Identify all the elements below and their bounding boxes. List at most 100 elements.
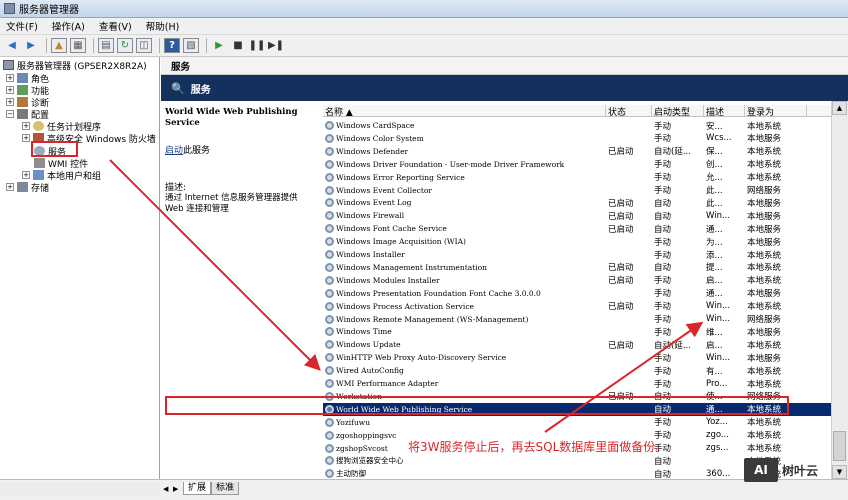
tree-item-task-scheduler[interactable]: + 任务计划程序 xyxy=(22,120,101,133)
service-name: Windows Driver Foundation - User-mode Dr… xyxy=(336,159,565,169)
start-service-icon[interactable]: ▶ xyxy=(211,38,227,53)
service-status: 已启动 xyxy=(608,211,634,222)
view-icon[interactable]: ▧ xyxy=(183,38,199,53)
back-arrow-icon[interactable]: ◀ xyxy=(4,38,20,53)
service-name: Windows Presentation Foundation Font Cac… xyxy=(336,288,541,298)
tab-standard[interactable]: 标准 xyxy=(211,482,240,495)
start-link[interactable]: 启动 xyxy=(165,146,183,156)
collapse-icon[interactable]: − xyxy=(6,110,14,118)
column-header-status[interactable]: 状态 xyxy=(606,105,652,116)
expand-icon[interactable]: + xyxy=(6,74,14,82)
column-header-description[interactable]: 描述 xyxy=(704,105,745,116)
expand-icon[interactable]: + xyxy=(6,183,14,191)
vertical-scrollbar[interactable]: ▲ ▼ xyxy=(831,101,848,479)
up-folder-icon[interactable]: ▲ xyxy=(51,38,67,53)
service-row[interactable]: Windows Update 已启动 自动(延... 启... 本地系统 xyxy=(323,338,831,351)
menu-file[interactable]: 文件(F) xyxy=(6,19,38,33)
properties-icon[interactable]: ▤ xyxy=(98,38,114,53)
service-logon-as: 本地系统 xyxy=(747,276,782,287)
service-description: 启... xyxy=(706,340,723,351)
service-row[interactable]: Windows Event Collector 手动 此... 网络服务 xyxy=(323,184,831,197)
menu-view[interactable]: 查看(V) xyxy=(99,19,132,33)
service-row[interactable]: Yozifuwu 手动 Yoz... 本地系统 xyxy=(323,416,831,429)
export-list-icon[interactable]: ◫ xyxy=(136,38,152,53)
refresh-icon[interactable]: ↻ xyxy=(117,38,133,53)
wmi-icon xyxy=(34,158,45,168)
pause-service-icon[interactable]: ❚❚ xyxy=(249,38,266,53)
section-header: 服务 xyxy=(161,57,848,75)
service-startup-type: 自动 xyxy=(654,263,672,274)
column-header-name[interactable]: 名称 ▲ xyxy=(323,105,606,116)
tree-item-storage[interactable]: + 存储 xyxy=(6,181,49,194)
service-logon-as: 本地系统 xyxy=(747,147,782,158)
service-gear-icon xyxy=(325,198,334,208)
service-name: Windows Remote Management (WS-Management… xyxy=(336,314,529,324)
expand-icon[interactable]: + xyxy=(22,134,30,142)
expand-icon[interactable]: + xyxy=(22,171,30,179)
service-row[interactable]: Windows Presentation Foundation Font Cac… xyxy=(323,287,831,300)
service-row[interactable]: Windows Installer 手动 添... 本地系统 xyxy=(323,248,831,261)
tree-item-wmi[interactable]: WMI 控件 xyxy=(34,157,88,170)
service-name: 搜狗浏览器安全中心 xyxy=(336,456,404,466)
horizontal-scrollbar[interactable] xyxy=(0,482,160,496)
show-hide-tree-icon[interactable]: ▦ xyxy=(70,38,86,53)
service-detail-panel: World Wide Web Publishing Service 启动此服务 … xyxy=(161,101,321,479)
tree-item-roles[interactable]: + 角色 xyxy=(6,72,49,85)
service-row[interactable]: Windows Time 手动 维... 本地服务 xyxy=(323,325,831,338)
help-icon[interactable]: ? xyxy=(164,38,180,53)
scroll-up-icon[interactable]: ▲ xyxy=(832,101,847,115)
tab-nav-right-icon[interactable]: ▶ xyxy=(173,485,183,493)
service-row[interactable]: WMI Performance Adapter 手动 Pro... 本地系统 xyxy=(323,377,831,390)
service-status: 已启动 xyxy=(608,276,634,287)
service-status: 已启动 xyxy=(608,263,634,274)
service-row[interactable]: Windows Event Log 已启动 自动 此... 本地服务 xyxy=(323,196,831,209)
service-startup-type: 手动 xyxy=(654,315,672,325)
tree-item-configuration[interactable]: − 配置 xyxy=(6,108,49,121)
service-startup-type: 自动(延... xyxy=(654,147,691,158)
service-row[interactable]: Windows Defender 已启动 自动(延... 保... 本地系统 xyxy=(323,145,831,158)
column-header-logon[interactable]: 登录为 xyxy=(745,105,807,116)
tab-extended[interactable]: 扩展 xyxy=(183,482,212,495)
service-row[interactable]: Windows Process Activation Service 已启动 手动 W… xyxy=(323,300,831,313)
bottom-bar: ◀ ▶ 扩展 标准 xyxy=(0,479,848,500)
service-row[interactable]: WinHTTP Web Proxy Auto-Discovery Service… xyxy=(323,351,831,364)
tree-item-features[interactable]: + 功能 xyxy=(6,84,49,97)
tree-item-diagnostics[interactable]: + 诊断 xyxy=(6,96,49,109)
service-row[interactable]: Windows CardSpace 手动 安... 本地系统 xyxy=(323,119,831,132)
service-description: 添... xyxy=(706,250,723,261)
stop-service-icon[interactable]: ■ xyxy=(230,38,246,53)
tree-item-local-users[interactable]: + 本地用户和组 xyxy=(22,169,101,182)
service-startup-type: 手动 xyxy=(654,250,672,261)
service-description: Win... xyxy=(706,352,731,363)
menu-action[interactable]: 操作(A) xyxy=(52,19,85,33)
tree-root[interactable]: 服务器管理器 (GPSER2X8R2A) xyxy=(3,59,147,72)
column-header-startup-type[interactable]: 启动类型 xyxy=(652,105,704,116)
service-row[interactable]: Windows Font Cache Service 已启动 自动 通... 本地服务 xyxy=(323,222,831,235)
toolbar-separator xyxy=(159,38,160,53)
service-row[interactable]: Windows Driver Foundation - User-mode Dr… xyxy=(323,158,831,171)
service-name: Windows Color System xyxy=(336,133,424,143)
tab-nav-left-icon[interactable]: ◀ xyxy=(163,485,173,493)
service-startup-type: 自动 xyxy=(654,224,672,235)
forward-arrow-icon[interactable]: ▶ xyxy=(23,38,39,53)
service-row[interactable]: Windows Firewall 已启动 自动 Win... 本地服务 xyxy=(323,209,831,222)
service-gear-icon xyxy=(325,172,334,182)
service-name: Windows Event Log xyxy=(336,198,412,208)
expand-icon[interactable]: + xyxy=(22,122,30,130)
service-name: Windows Image Acquisition (WIA) xyxy=(336,237,466,247)
service-row[interactable]: Windows Color System 手动 Wcs... 本地服务 xyxy=(323,132,831,145)
service-row[interactable]: Windows Remote Management (WS-Management… xyxy=(323,313,831,326)
service-row[interactable]: Windows Image Acquisition (WIA) 手动 为... 本地服… xyxy=(323,235,831,248)
service-row[interactable]: Windows Error Reporting Service 手动 允... 本地系… xyxy=(323,171,831,184)
expand-icon[interactable]: + xyxy=(6,86,14,94)
service-row[interactable]: Wired AutoConfig 手动 有... 本地系统 xyxy=(323,364,831,377)
service-gear-icon xyxy=(325,379,334,388)
list-header: 名称 ▲ 状态 启动类型 描述 登录为 xyxy=(323,105,831,117)
service-gear-icon xyxy=(325,443,334,453)
users-icon xyxy=(33,170,44,180)
restart-service-icon[interactable]: ▶❚ xyxy=(268,38,284,53)
service-row[interactable]: Windows Management Instrumentation 已启动 自动 提… xyxy=(323,261,831,274)
service-row[interactable]: Windows Modules Installer 已启动 手动 启... 本地系统 xyxy=(323,274,831,287)
expand-icon[interactable]: + xyxy=(6,98,14,106)
menu-help[interactable]: 帮助(H) xyxy=(146,19,180,33)
